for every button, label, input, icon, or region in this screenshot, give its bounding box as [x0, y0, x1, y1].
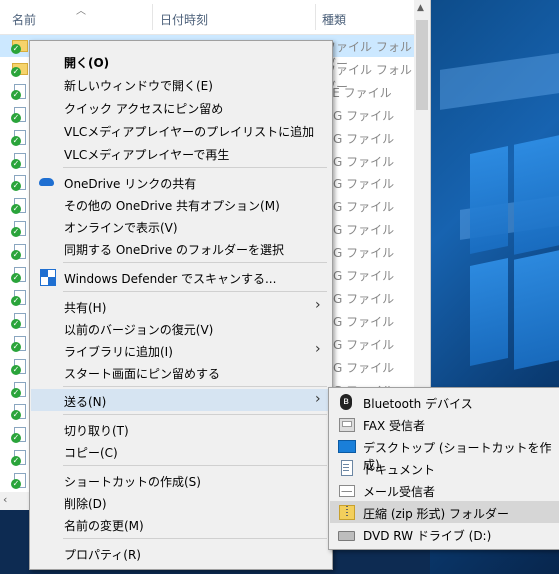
file-type: NG ファイル	[324, 291, 395, 306]
file-sync-icon: ✓	[11, 129, 26, 146]
file-sync-icon: ✓	[11, 473, 26, 490]
file-sync-icon: ✓	[11, 289, 26, 306]
menu-item-copy[interactable]: コピー(C)	[31, 440, 331, 462]
file-type: NG ファイル	[324, 223, 395, 238]
send-to-submenu: ʙ Bluetooth デバイス FAX 受信者 デスクトップ (ショートカット…	[328, 387, 559, 550]
zip-folder-icon	[339, 505, 355, 520]
context-menu: 開く(O) 新しいウィンドウで開く(E) クイック アクセスにピン留め VLCメ…	[29, 40, 333, 570]
column-header-date[interactable]: 日付時刻	[160, 11, 208, 28]
file-sync-icon: ✓	[11, 335, 26, 352]
chevron-right-icon: ›	[315, 297, 321, 313]
send-to-zip-folder[interactable]: 圧縮 (zip 形式) フォルダー	[330, 501, 559, 523]
column-header-row: ︿ 名前 日付時刻 種類	[0, 0, 414, 35]
file-sync-icon: ✓	[11, 198, 26, 215]
menu-item-pin-to-start[interactable]: スタート画面にピン留めする	[31, 361, 331, 383]
file-type: NG ファイル	[324, 246, 395, 261]
menu-item-defender-scan[interactable]: Windows Defender でスキャンする...	[31, 266, 331, 288]
file-sync-icon: ✓	[11, 358, 26, 375]
file-type: NG ファイル	[324, 337, 395, 352]
file-sync-icon: ✓	[11, 312, 26, 329]
scroll-thumb[interactable]	[416, 20, 428, 110]
send-to-fax[interactable]: FAX 受信者	[330, 413, 559, 435]
menu-item-view-online[interactable]: オンラインで表示(V)	[31, 215, 331, 237]
folder-sync-icon: ✓	[11, 38, 28, 54]
menu-item-properties[interactable]: プロパティ(R)	[31, 542, 331, 564]
column-header-name[interactable]: 名前	[12, 11, 36, 28]
menu-item-pin-quick-access[interactable]: クイック アクセスにピン留め	[31, 96, 331, 118]
menu-item-open[interactable]: 開く(O)	[31, 50, 331, 72]
folder-sync-icon: ✓	[11, 61, 28, 77]
file-type: NG ファイル	[324, 360, 395, 375]
onedrive-icon	[39, 178, 54, 186]
file-sync-icon: ✓	[11, 152, 26, 169]
file-sync-icon: ✓	[11, 427, 26, 444]
file-sync-icon: ✓	[11, 381, 26, 398]
file-type: NG ファイル	[324, 108, 395, 123]
file-type: NG ファイル	[324, 154, 395, 169]
send-to-bluetooth[interactable]: ʙ Bluetooth デバイス	[330, 391, 559, 413]
sort-ascending-icon: ︿	[76, 6, 86, 17]
dvd-drive-icon	[338, 531, 355, 541]
file-sync-icon: ✓	[11, 404, 26, 421]
menu-item-send-to[interactable]: 送る(N) ›	[31, 389, 331, 411]
menu-item-include-in-library[interactable]: ライブラリに追加(I) ›	[31, 339, 331, 361]
menu-item-rename[interactable]: 名前の変更(M)	[31, 513, 331, 535]
menu-item-vlc-play[interactable]: VLCメディアプレイヤーで再生	[31, 142, 331, 164]
file-type: NG ファイル	[324, 200, 395, 215]
file-sync-icon: ✓	[11, 244, 26, 261]
file-sync-icon: ✓	[11, 106, 26, 123]
file-type: AE ファイル	[324, 85, 392, 100]
desktop-icon	[338, 440, 356, 453]
fax-icon	[339, 418, 355, 432]
send-to-mail[interactable]: メール受信者	[330, 479, 559, 501]
menu-item-vlc-playlist[interactable]: VLCメディアプレイヤーのプレイリストに追加	[31, 119, 331, 141]
scroll-left-icon[interactable]: ‹	[3, 493, 7, 506]
file-type: NG ファイル	[324, 269, 395, 283]
file-sync-icon: ✓	[11, 221, 26, 238]
menu-item-cut[interactable]: 切り取り(T)	[31, 418, 331, 440]
documents-icon	[341, 460, 353, 476]
chevron-right-icon: ›	[315, 391, 321, 407]
file-sync-icon: ✓	[11, 83, 26, 100]
menu-item-create-shortcut[interactable]: ショートカットの作成(S)	[31, 469, 331, 491]
bluetooth-icon: ʙ	[340, 394, 352, 410]
menu-item-onedrive-choose-folders[interactable]: 同期する OneDrive のフォルダーを選択	[31, 237, 331, 259]
menu-item-restore-previous-versions[interactable]: 以前のバージョンの復元(V)	[31, 317, 331, 339]
file-sync-icon: ✓	[11, 450, 26, 467]
menu-item-onedrive-share-options[interactable]: その他の OneDrive 共有オプション(M)	[31, 193, 331, 215]
file-sync-icon: ✓	[11, 267, 26, 283]
column-header-type[interactable]: 種類	[322, 11, 346, 28]
file-type: NG ファイル	[324, 131, 395, 146]
send-to-documents[interactable]: ドキュメント	[330, 457, 559, 479]
windows-defender-icon	[40, 269, 56, 286]
scroll-up-icon[interactable]: ▲	[417, 3, 424, 13]
send-to-desktop[interactable]: デスクトップ (ショートカットを作成)	[330, 435, 559, 472]
send-to-dvd-drive[interactable]: DVD RW ドライブ (D:)	[330, 523, 559, 545]
menu-item-share[interactable]: 共有(H) ›	[31, 295, 331, 317]
menu-item-delete[interactable]: 削除(D)	[31, 491, 331, 513]
chevron-right-icon: ›	[315, 341, 321, 357]
menu-item-open-new-window[interactable]: 新しいウィンドウで開く(E)	[31, 73, 331, 95]
file-type: NG ファイル	[324, 314, 395, 329]
file-sync-icon: ✓	[11, 175, 26, 192]
menu-item-onedrive-share-link[interactable]: OneDrive リンクの共有	[31, 171, 331, 193]
file-type: NG ファイル	[324, 177, 395, 192]
mail-icon	[339, 485, 355, 497]
